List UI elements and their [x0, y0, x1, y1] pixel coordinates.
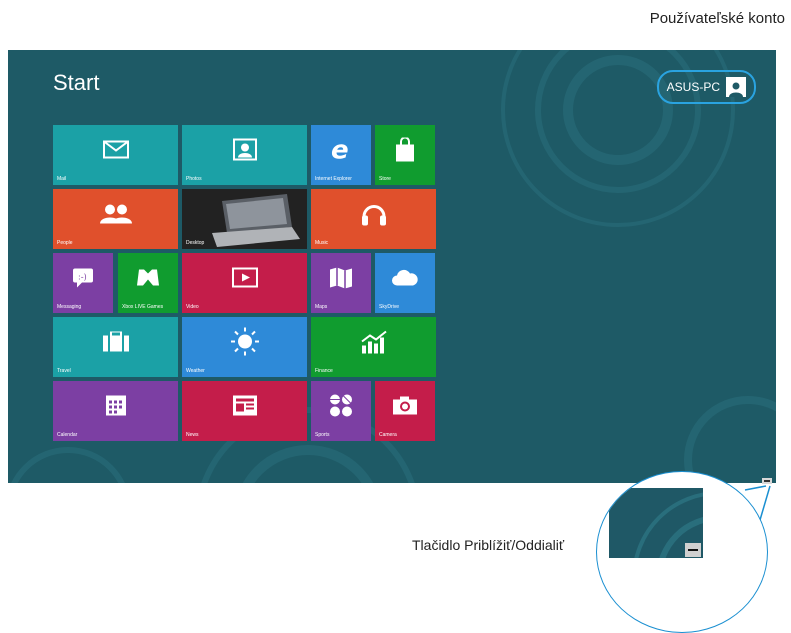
- messaging-icon: :-): [72, 268, 94, 293]
- tile-label: Camera: [379, 432, 397, 438]
- tile-label: Music: [315, 240, 329, 246]
- tile-label: Internet Explorer: [315, 176, 352, 182]
- tile-finance[interactable]: Finance: [311, 317, 436, 377]
- internet-explorer-icon: e: [328, 136, 354, 168]
- camera-icon: [392, 396, 418, 421]
- tile-label: People: [57, 240, 73, 246]
- calendar-icon: [105, 395, 127, 422]
- zoom-button-magnified[interactable]: [685, 543, 701, 557]
- zoom-button[interactable]: [762, 478, 772, 484]
- user-account-callout: Používateľské konto: [649, 10, 785, 27]
- tile-label: Desktop: [186, 240, 205, 246]
- zoom-magnifier: [596, 471, 768, 633]
- tile-xbox[interactable]: Xbox LIVE Games: [118, 253, 178, 313]
- tile-label: Finance: [315, 368, 333, 374]
- news-icon: [232, 395, 258, 422]
- user-account-button[interactable]: ASUS-PC: [656, 70, 756, 104]
- people-icon: [99, 204, 133, 229]
- tile-label: Messaging: [57, 304, 82, 310]
- cloud-icon: [391, 269, 419, 292]
- tile-messaging[interactable]: :-) Messaging: [53, 253, 113, 313]
- tile-weather[interactable]: Weather: [182, 317, 307, 377]
- tile-mail[interactable]: Mail: [53, 125, 178, 185]
- sports-balls-icon: [328, 393, 354, 424]
- tile-label: SkyDrive: [379, 304, 400, 310]
- tile-label: Sports: [315, 432, 330, 438]
- zoom-button-callout: Tlačidlo Priblížiť/Oddialiť: [412, 537, 565, 553]
- photos-icon: [232, 138, 257, 166]
- tile-label: Travel: [57, 368, 71, 374]
- map-icon: [329, 267, 353, 294]
- finance-chart-icon: [360, 330, 388, 359]
- xbox-controller-icon: [136, 268, 160, 293]
- svg-text::-): :-): [78, 273, 87, 282]
- tile-music[interactable]: Music: [311, 189, 436, 249]
- svg-text:e: e: [331, 137, 349, 163]
- tile-sports[interactable]: Sports: [311, 381, 371, 441]
- tile-camera[interactable]: Camera: [375, 381, 435, 441]
- tile-maps[interactable]: Maps: [311, 253, 371, 313]
- tile-label: News: [186, 432, 199, 438]
- headphones-icon: [361, 201, 387, 232]
- tile-label: Xbox LIVE Games: [122, 304, 164, 310]
- tile-label: Mail: [57, 176, 67, 182]
- video-play-icon: [231, 267, 258, 293]
- tile-people[interactable]: People: [53, 189, 178, 249]
- tile-video[interactable]: Video: [182, 253, 307, 313]
- tile-skydrive[interactable]: SkyDrive: [375, 253, 435, 313]
- tile-label: Photos: [186, 176, 202, 182]
- tile-label: Store: [379, 176, 391, 182]
- start-title: Start: [53, 70, 100, 95]
- user-name: ASUS-PC: [666, 80, 720, 94]
- tile-label: Calendar: [57, 432, 78, 438]
- user-avatar-icon: [726, 77, 746, 97]
- tile-label: Video: [186, 304, 199, 310]
- tile-label: Weather: [186, 368, 205, 374]
- tile-desktop[interactable]: Desktop: [182, 189, 307, 249]
- tile-photos[interactable]: Photos: [182, 125, 307, 185]
- start-screen: Start ASUS-PC Mail People :-) Messaging …: [8, 50, 776, 483]
- sun-icon: [230, 327, 259, 361]
- tile-internet-explorer[interactable]: e Internet Explorer: [311, 125, 371, 185]
- tile-label: Maps: [315, 304, 328, 310]
- mail-icon: [102, 140, 129, 164]
- tile-travel[interactable]: Travel: [53, 317, 178, 377]
- tile-news[interactable]: News: [182, 381, 307, 441]
- tile-calendar[interactable]: Calendar: [53, 381, 178, 441]
- suitcase-icon: [101, 330, 131, 357]
- shopping-bag-icon: [394, 136, 416, 167]
- tile-store[interactable]: Store: [375, 125, 435, 185]
